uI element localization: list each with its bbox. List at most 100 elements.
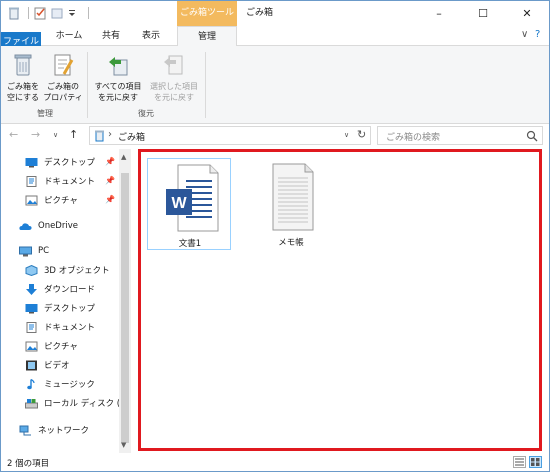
properties-icon [50, 52, 76, 78]
breadcrumb-recycle-bin[interactable]: ごみ箱 [118, 130, 145, 143]
recycle-bin-small-icon [7, 6, 21, 20]
restore-selected-label-1: 選択した項目 [150, 82, 198, 91]
address-dropdown-button[interactable]: ∨ [344, 131, 349, 139]
restore-all-icon [105, 52, 131, 78]
customize-toolbar-icon[interactable] [67, 6, 81, 20]
nav-item-label: ピクチャ [44, 196, 78, 206]
recent-locations-button[interactable]: ∨ [53, 131, 58, 139]
documents-icon [25, 175, 38, 187]
text-document-icon [261, 160, 321, 235]
status-bar: 2 個の項目 [1, 453, 549, 471]
up-button[interactable]: ↑ [69, 128, 78, 141]
restore-selected-items-button[interactable]: 選択した項目 を元に戻す [147, 52, 201, 103]
restore-all-label-2: を元に戻す [98, 93, 138, 102]
large-icons-view-icon[interactable] [529, 456, 542, 468]
nav-item-label: ネットワーク [38, 426, 90, 436]
restore-all-items-button[interactable]: すべての項目 を元に戻す [91, 52, 145, 103]
nav-item-label: ローカル ディスク (C: [44, 399, 129, 409]
recycle-bin-properties-label-2: プロパティ [43, 93, 83, 102]
file-name: メモ帳 [278, 238, 304, 248]
scroll-down-arrow-icon[interactable]: ▼ [121, 441, 126, 449]
desktop-icon [25, 157, 38, 168]
nav-item-label: ピクチャ [44, 342, 78, 352]
documents-icon [25, 321, 38, 333]
divider [205, 52, 206, 118]
empty-recycle-bin-icon [10, 52, 36, 78]
pin-icon[interactable]: 📌 [105, 176, 115, 185]
address-row: ← → ∨ ↑ › ごみ箱 ∨ ↻ ごみ箱の検索 [1, 124, 549, 148]
empty-recycle-bin-label-2: 空にする [6, 93, 40, 102]
nav-item-label: デスクトップ [44, 304, 96, 314]
group-label-manage: 管理 [37, 109, 53, 118]
tab-manage[interactable]: 管理 [177, 26, 237, 47]
nav-item-label: ダウンロード [44, 285, 96, 295]
divider [88, 7, 89, 19]
item-count: 2 個の項目 [7, 459, 50, 469]
nav-pane-scrollbar[interactable]: ▲ ▼ [119, 149, 131, 453]
nav-item-label: ドキュメント [44, 323, 96, 333]
divider [28, 7, 29, 19]
desktop-icon [25, 303, 38, 314]
onedrive-icon [19, 221, 32, 232]
downloads-icon [25, 283, 38, 295]
3d-objects-icon [25, 264, 38, 276]
help-icon[interactable]: ? [535, 29, 540, 40]
minimize-button[interactable]: – [417, 1, 461, 26]
properties-small-icon[interactable] [33, 6, 47, 20]
file-list-area[interactable]: W 文書1 メモ帳 [138, 149, 542, 451]
quick-access-toolbar [7, 6, 93, 20]
restore-selected-label-2: を元に戻す [154, 93, 194, 102]
svg-text:W: W [171, 195, 187, 212]
forward-button[interactable]: → [31, 128, 40, 141]
nav-item-label: PC [38, 246, 50, 256]
window-title: ごみ箱 [246, 8, 274, 18]
recycle-bin-properties-button[interactable]: ごみ箱の プロパティ [43, 52, 83, 103]
maximize-button[interactable]: ☐ [461, 1, 505, 26]
recycle-bin-properties-label-1: ごみ箱の [47, 82, 79, 91]
nav-item-label: 3D オブジェクト [44, 266, 110, 276]
music-icon [25, 378, 38, 390]
divider [87, 52, 88, 118]
ribbon-tab-bar: ファイル ホーム 共有 表示 管理 ∨ ? [1, 26, 549, 124]
restore-selected-icon [161, 52, 187, 78]
restore-all-label-1: すべての項目 [94, 82, 142, 91]
search-icon [526, 130, 538, 145]
file-item-text-document[interactable]: メモ帳 [249, 158, 333, 250]
refresh-button[interactable]: ↻ [357, 128, 366, 141]
details-view-icon[interactable] [513, 456, 526, 468]
nav-item-label: デスクトップ [44, 158, 96, 168]
nav-item-label: ドキュメント [44, 177, 96, 187]
breadcrumb-separator: › [108, 129, 112, 140]
network-icon [19, 425, 32, 436]
new-folder-small-icon[interactable] [50, 6, 64, 20]
file-item-word-document[interactable]: W 文書1 [147, 158, 231, 250]
pc-icon [19, 246, 32, 257]
file-name: 文書1 [178, 239, 202, 249]
search-box[interactable]: ごみ箱の検索 [377, 126, 543, 145]
tab-home[interactable]: ホーム [49, 26, 89, 46]
close-button[interactable]: ✕ [505, 1, 549, 26]
ribbon-collapse-icon[interactable]: ∨ [521, 29, 528, 40]
word-document-icon: W [158, 161, 222, 236]
pin-icon[interactable]: 📌 [105, 157, 115, 166]
pictures-icon [25, 341, 38, 352]
group-label-restore: 復元 [138, 109, 154, 118]
tab-view[interactable]: 表示 [133, 26, 169, 46]
explorer-window: ごみ箱ツール ごみ箱 – ☐ ✕ ファイル ホーム 共有 表示 管理 ∨ ? ご… [0, 0, 550, 472]
tab-share[interactable]: 共有 [93, 26, 129, 46]
scrollbar-thumb[interactable] [121, 173, 129, 443]
title-bar: ごみ箱ツール ごみ箱 – ☐ ✕ [1, 1, 549, 26]
back-button[interactable]: ← [9, 128, 18, 141]
empty-recycle-bin-label-1: ごみ箱を [7, 82, 39, 91]
empty-recycle-bin-button[interactable]: ごみ箱を 空にする [5, 52, 41, 103]
address-bar[interactable]: › ごみ箱 ∨ ↻ [89, 126, 371, 145]
nav-item-label: ミュージック [44, 380, 95, 390]
nav-item-label: OneDrive [38, 221, 78, 231]
search-input[interactable]: ごみ箱の検索 [386, 130, 440, 143]
recycle-bin-tools-context-label: ごみ箱ツール [177, 1, 237, 26]
scroll-up-arrow-icon[interactable]: ▲ [121, 153, 126, 161]
pictures-icon [25, 195, 38, 206]
local-disk-icon [25, 398, 38, 409]
videos-icon [25, 360, 38, 371]
pin-icon[interactable]: 📌 [105, 195, 115, 204]
